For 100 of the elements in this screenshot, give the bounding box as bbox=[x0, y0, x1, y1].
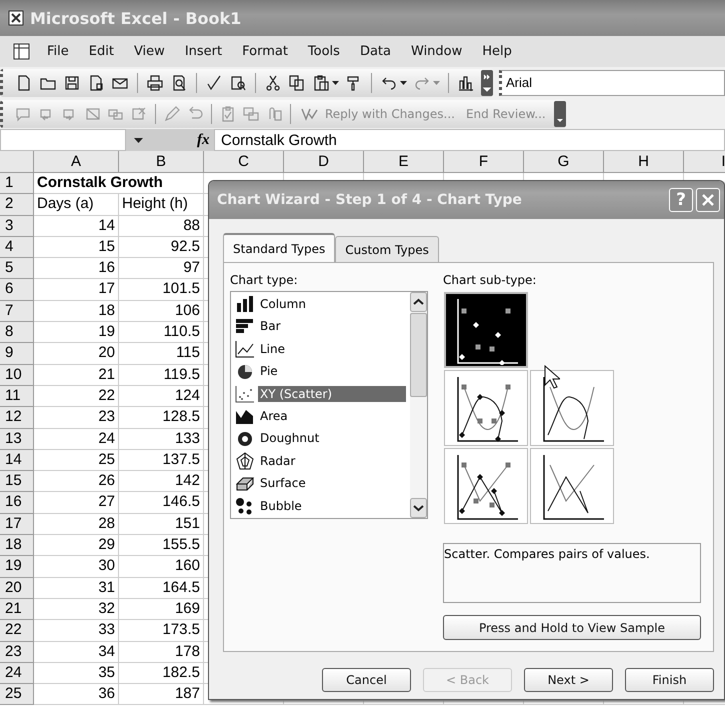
row-header[interactable]: 5 bbox=[0, 258, 34, 280]
table-cell: 34 bbox=[34, 642, 119, 663]
row-header[interactable]: 19 bbox=[0, 556, 34, 578]
row-header[interactable]: 22 bbox=[0, 620, 34, 642]
copy-icon[interactable] bbox=[288, 74, 306, 92]
letter-heading[interactable]: I bbox=[684, 151, 725, 173]
delete-note-icon[interactable] bbox=[130, 104, 148, 122]
row-header[interactable]: 14 bbox=[0, 450, 34, 472]
row-header[interactable]: 23 bbox=[0, 642, 34, 663]
scroll-up-button[interactable] bbox=[410, 292, 427, 312]
table-cell: 22 bbox=[34, 386, 119, 408]
chart-type-item[interactable]: Surface bbox=[258, 475, 308, 492]
dialog-button[interactable]: Next > bbox=[524, 668, 613, 692]
chart-type-item[interactable]: Column bbox=[258, 296, 308, 312]
menu-item[interactable]: Tools bbox=[298, 44, 349, 59]
row-header[interactable]: 25 bbox=[0, 684, 34, 706]
row-header[interactable]: 3 bbox=[0, 216, 34, 237]
letter-heading[interactable]: C bbox=[204, 151, 284, 173]
chart-type-item[interactable]: Radar bbox=[258, 452, 298, 469]
spelling-icon[interactable] bbox=[205, 74, 223, 92]
chart-icon[interactable] bbox=[457, 74, 475, 92]
chart-subtype-option[interactable] bbox=[444, 292, 528, 368]
chart-type-item[interactable]: XY (Scatter) bbox=[258, 386, 406, 402]
row-header[interactable]: 13 bbox=[0, 428, 34, 450]
row-header[interactable]: 21 bbox=[0, 598, 34, 620]
dialog-button[interactable]: Finish bbox=[625, 668, 714, 692]
menu-item[interactable]: Help bbox=[473, 44, 521, 59]
row-header[interactable]: 24 bbox=[0, 662, 34, 684]
letter-heading[interactable]: H bbox=[604, 151, 684, 173]
row-header[interactable]: 16 bbox=[0, 492, 34, 514]
row-header[interactable]: 7 bbox=[0, 300, 34, 322]
dropdown-icon[interactable] bbox=[134, 138, 143, 142]
chart-type-item[interactable]: Area bbox=[258, 408, 290, 424]
bar-chart-icon bbox=[235, 317, 255, 336]
toolbar-options-icon[interactable] bbox=[554, 100, 566, 128]
table-cell: 182.5 bbox=[119, 662, 204, 684]
letter-heading[interactable]: E bbox=[364, 151, 444, 173]
row-header[interactable]: 8 bbox=[0, 322, 34, 344]
chart-subtype-option[interactable] bbox=[530, 370, 614, 446]
row-header[interactable]: 10 bbox=[0, 364, 34, 386]
tab[interactable]: Standard Types bbox=[223, 233, 336, 262]
row-header[interactable]: 1 bbox=[0, 173, 34, 194]
dialog-button[interactable]: Cancel bbox=[322, 668, 411, 692]
save-icon[interactable] bbox=[63, 74, 81, 92]
chart-type-item[interactable]: Line bbox=[258, 340, 288, 357]
chart-type-item[interactable]: Bubble bbox=[258, 498, 304, 514]
line-chart-icon bbox=[235, 340, 255, 358]
tab[interactable]: Custom Types bbox=[335, 236, 439, 262]
print-icon[interactable] bbox=[146, 74, 164, 92]
row-header[interactable]: 17 bbox=[0, 514, 34, 536]
scrollbar[interactable] bbox=[410, 292, 427, 518]
row-header[interactable]: 2 bbox=[0, 194, 34, 216]
chart-subtype-option[interactable] bbox=[530, 448, 614, 524]
chart-type-item[interactable]: Bar bbox=[258, 318, 283, 334]
letter-heading[interactable]: G bbox=[524, 151, 604, 173]
letter-heading[interactable]: A bbox=[34, 151, 119, 173]
table-cell: 97 bbox=[119, 258, 204, 280]
row-header[interactable]: 6 bbox=[0, 279, 34, 301]
menu-item[interactable]: Insert bbox=[176, 44, 232, 59]
row-header[interactable]: 4 bbox=[0, 236, 34, 258]
paste-icon[interactable] bbox=[312, 74, 330, 92]
letter-heading[interactable]: B bbox=[119, 151, 204, 173]
radar-chart-icon bbox=[235, 452, 255, 470]
table-cell: Height (h) bbox=[119, 194, 204, 216]
window-icon[interactable] bbox=[242, 104, 260, 122]
menu-item[interactable]: Format bbox=[233, 44, 297, 59]
table-cell: 110.5 bbox=[119, 322, 204, 344]
formula-field[interactable]: Cornstalk Growth bbox=[214, 129, 725, 151]
row-header[interactable]: 20 bbox=[0, 578, 34, 599]
chart-type-item[interactable]: Pie bbox=[258, 363, 280, 380]
function-label[interactable]: fx bbox=[197, 132, 210, 148]
table-cell: Cornstalk Growth bbox=[34, 173, 204, 194]
menu-item[interactable]: Data bbox=[350, 44, 400, 59]
menu-item[interactable]: Edit bbox=[80, 44, 123, 59]
close-button[interactable] bbox=[696, 188, 720, 212]
chart-type-item[interactable]: Doughnut bbox=[258, 430, 322, 446]
row-header[interactable]: 9 bbox=[0, 343, 34, 365]
letter-heading[interactable]: D bbox=[284, 151, 364, 173]
scrollbar-thumb[interactable] bbox=[410, 313, 427, 397]
cut-icon[interactable] bbox=[264, 74, 282, 92]
caret-icon[interactable] bbox=[332, 80, 339, 84]
menu-item[interactable]: View bbox=[124, 44, 174, 59]
row-header[interactable]: 11 bbox=[0, 386, 34, 408]
row-header[interactable]: 15 bbox=[0, 471, 34, 492]
chart-subtype-option[interactable] bbox=[444, 448, 528, 524]
workbook-icon[interactable] bbox=[12, 42, 32, 62]
row-header[interactable]: 12 bbox=[0, 407, 34, 429]
letter-heading[interactable]: F bbox=[444, 151, 524, 173]
menu-item[interactable]: File bbox=[38, 44, 78, 59]
scroll-down-button[interactable] bbox=[410, 498, 427, 518]
toolbar-options-icon[interactable] bbox=[481, 68, 493, 96]
view-sample-button[interactable]: Press and Hold to View Sample bbox=[443, 615, 701, 640]
table-cell: 124 bbox=[119, 386, 204, 408]
row-header[interactable]: 18 bbox=[0, 535, 34, 556]
research-icon[interactable] bbox=[229, 74, 247, 92]
chart-subtype-option[interactable] bbox=[444, 370, 528, 446]
table-cell: 20 bbox=[34, 343, 119, 365]
font-field[interactable]: Arial bbox=[499, 70, 725, 96]
caret-icon[interactable] bbox=[400, 80, 407, 84]
menu-item[interactable]: Window bbox=[402, 44, 472, 59]
